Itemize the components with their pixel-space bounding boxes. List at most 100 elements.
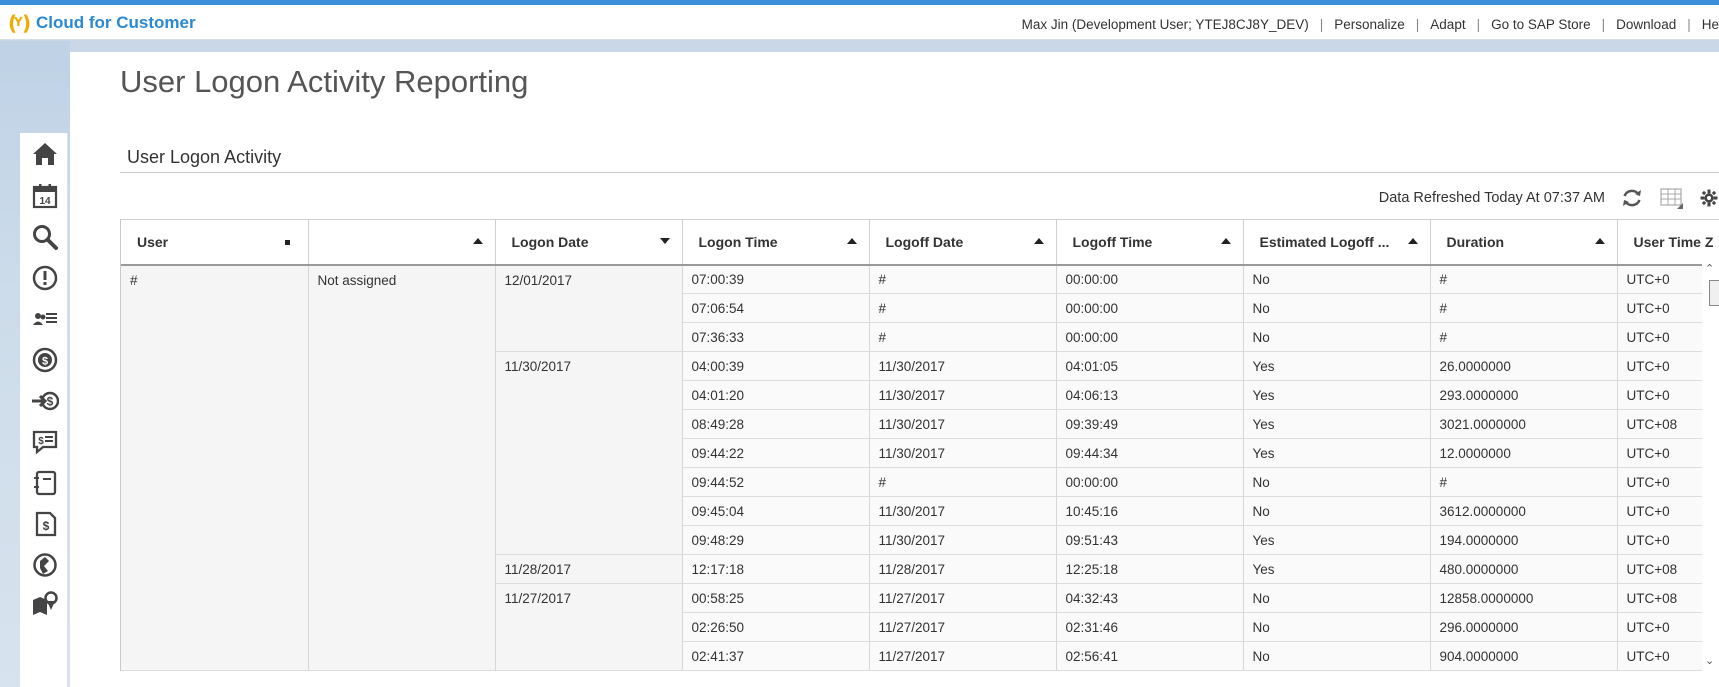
- estimated-logoff-cell: No: [1243, 322, 1431, 352]
- logon-time-cell: 09:44:52: [682, 467, 870, 497]
- duration-cell: #: [1430, 467, 1618, 497]
- estimated-logoff-cell: No: [1243, 496, 1431, 526]
- column-header[interactable]: User: [121, 219, 309, 266]
- scroll-up-icon[interactable]: ⌃: [1705, 262, 1714, 275]
- duration-cell: 296.0000000: [1430, 612, 1618, 642]
- sap-store-link[interactable]: Go to SAP Store: [1491, 17, 1591, 32]
- table-row[interactable]: # Not assigned 12/01/2017 07:00:39 #00:00:00…: [121, 264, 1719, 671]
- duration-cell: 3021.0000000: [1430, 409, 1618, 439]
- table-settings-icon[interactable]: [1659, 185, 1685, 211]
- logoff-date-cell: #: [869, 293, 1057, 323]
- duration-cell: #: [1430, 293, 1618, 323]
- duration-cell: 12858.0000000: [1430, 583, 1618, 613]
- estimated-logoff-cell: No: [1243, 612, 1431, 642]
- map-pin-icon[interactable]: [30, 589, 60, 619]
- duration-cell: #: [1430, 264, 1618, 294]
- refresh-icon[interactable]: [1619, 185, 1645, 211]
- money-icon[interactable]: $: [30, 345, 60, 375]
- column-header[interactable]: Logon Time: [682, 219, 870, 266]
- column-header-label: Logoff Date: [885, 233, 964, 250]
- gear-icon[interactable]: [1699, 185, 1719, 211]
- duration-cell: 194.0000000: [1430, 525, 1618, 555]
- logoff-time-cell: 02:56:41: [1056, 641, 1244, 671]
- sort-ascending-icon[interactable]: [1594, 238, 1605, 244]
- logon-time-cell: 02:26:50: [682, 612, 870, 642]
- column-header-label: Estimated Logoff ...: [1259, 233, 1390, 250]
- shell-links: Max Jin (Development User; YTEJ8CJ8Y_DEV…: [1021, 16, 1719, 32]
- logoff-date-cell: #: [869, 322, 1057, 352]
- alert-icon[interactable]: [30, 263, 60, 293]
- column-header[interactable]: Estimated Logoff ...: [1243, 219, 1431, 266]
- column-header[interactable]: Logoff Date: [869, 219, 1057, 266]
- sort-ascending-icon[interactable]: [1220, 238, 1231, 244]
- logoff-time-cell: 00:00:00: [1056, 467, 1244, 497]
- shell-bar: ( Y ) Cloud for Customer Max Jin (Develo…: [0, 5, 1719, 40]
- data-refreshed-text: Data Refreshed Today At 07:37 AM: [1378, 190, 1605, 206]
- personalize-link[interactable]: Personalize: [1334, 17, 1405, 32]
- estimated-logoff-cell: Yes: [1243, 554, 1431, 584]
- logoff-time-cell: 09:51:43: [1056, 525, 1244, 555]
- column-header[interactable]: Logon Date: [495, 219, 683, 266]
- app-name: Cloud for Customer: [36, 13, 196, 32]
- globe-refresh-icon[interactable]: [30, 550, 60, 580]
- column-header[interactable]: Logoff Time: [1056, 219, 1244, 266]
- column-header[interactable]: User Time Z: [1617, 219, 1719, 266]
- svg-text:$: $: [43, 519, 50, 533]
- home-icon[interactable]: [30, 139, 60, 169]
- logoff-time-cell: 10:45:16: [1056, 496, 1244, 526]
- estimated-logoff-cell: Yes: [1243, 438, 1431, 468]
- sort-ascending-icon[interactable]: [1407, 238, 1418, 244]
- document-money-icon[interactable]: $: [30, 509, 60, 539]
- scroll-down-icon[interactable]: ⌄: [1705, 654, 1714, 667]
- logon-time-cell: 07:36:33: [682, 322, 870, 352]
- column-header-label: User: [137, 233, 169, 250]
- logon-date-cell: 12/01/2017: [495, 264, 683, 352]
- scroll-thumb[interactable]: [1709, 280, 1719, 306]
- sort-ascending-icon[interactable]: [846, 238, 857, 244]
- column-header-label: Logon Time: [698, 233, 778, 250]
- duration-cell: 293.0000000: [1430, 380, 1618, 410]
- app-logo[interactable]: ( Y ) Cloud for Customer: [8, 11, 196, 35]
- svg-text:14: 14: [39, 196, 51, 207]
- logoff-time-cell: 09:39:49: [1056, 409, 1244, 439]
- duration-cell: 480.0000000: [1430, 554, 1618, 584]
- sort-ascending-icon[interactable]: [1033, 238, 1044, 244]
- notebook-icon[interactable]: [30, 468, 60, 498]
- people-list-icon[interactable]: [30, 304, 60, 334]
- column-header[interactable]: [308, 219, 496, 266]
- estimated-logoff-cell: No: [1243, 641, 1431, 671]
- user-name-link[interactable]: Max Jin (Development User; YTEJ8CJ8Y_DEV…: [1022, 17, 1309, 32]
- estimated-logoff-cell: Yes: [1243, 351, 1431, 381]
- sort-ascending-icon[interactable]: [472, 238, 483, 244]
- logoff-time-cell: 04:01:05: [1056, 351, 1244, 381]
- duration-cell: 3612.0000000: [1430, 496, 1618, 526]
- logon-time-cell: 04:01:20: [682, 380, 870, 410]
- help-link[interactable]: He: [1702, 17, 1719, 32]
- column-header-label: User Time Z: [1633, 233, 1714, 250]
- download-link[interactable]: Download: [1616, 17, 1676, 32]
- section-title: User Logon Activity: [127, 147, 282, 167]
- money-in-icon[interactable]: $: [30, 386, 60, 416]
- estimated-logoff-cell: No: [1243, 583, 1431, 613]
- logoff-time-cell: 00:00:00: [1056, 264, 1244, 294]
- column-header-label: Logon Date: [511, 233, 589, 250]
- logon-date-cell: 11/30/2017: [495, 351, 683, 555]
- estimated-logoff-cell: Yes: [1243, 380, 1431, 410]
- logoff-time-cell: 00:00:00: [1056, 322, 1244, 352]
- logoff-time-cell: 12:25:18: [1056, 554, 1244, 584]
- sort-descending-icon[interactable]: [659, 238, 670, 244]
- adapt-link[interactable]: Adapt: [1430, 17, 1465, 32]
- table-header-row: User Logon Date Logon Time Logoff Date Logof…: [121, 219, 1719, 266]
- column-header[interactable]: Duration: [1430, 219, 1618, 266]
- logoff-time-cell: 02:31:46: [1056, 612, 1244, 642]
- table-scrollbar[interactable]: ⌃ ⌄: [1702, 262, 1719, 672]
- estimated-logoff-cell: No: [1243, 467, 1431, 497]
- calendar-icon[interactable]: 14: [30, 181, 60, 211]
- logoff-date-cell: 11/27/2017: [869, 641, 1057, 671]
- search-icon[interactable]: [30, 222, 60, 252]
- logon-date-cell: 11/27/2017: [495, 583, 683, 671]
- chat-money-icon[interactable]: $: [30, 427, 60, 457]
- svg-text:$: $: [38, 436, 44, 447]
- user-name-cell: Not assigned: [308, 264, 496, 671]
- sort-menu-icon[interactable]: [284, 240, 290, 245]
